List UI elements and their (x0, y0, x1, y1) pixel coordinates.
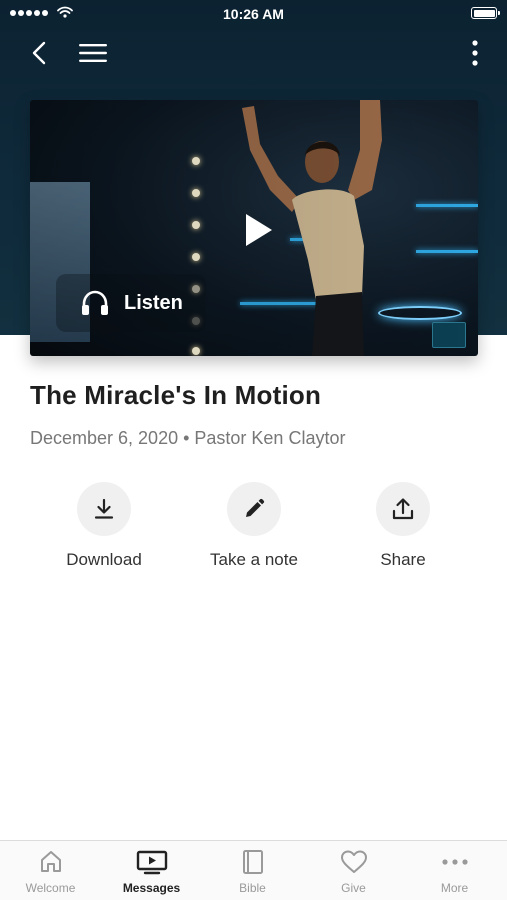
share-icon (392, 498, 414, 520)
tab-bible-label: Bible (239, 881, 266, 895)
message-meta: December 6, 2020 • Pastor Ken Claytor (30, 428, 346, 448)
share-label: Share (380, 550, 426, 569)
tab-welcome[interactable]: Welcome (0, 849, 101, 895)
overflow-menu-button[interactable] (465, 36, 485, 70)
home-icon (40, 851, 61, 872)
menu-button[interactable] (74, 36, 112, 70)
more-dots-icon (441, 859, 468, 865)
download-circle (77, 482, 131, 536)
download-button[interactable]: Download (29, 482, 179, 570)
play-screen-icon (136, 850, 167, 875)
status-bar: 10:26 AM (0, 0, 507, 28)
battery-icon (471, 7, 500, 19)
download-icon (94, 498, 114, 519)
video-thumbnail[interactable]: Listen (30, 100, 478, 356)
tab-more[interactable]: More (404, 849, 505, 895)
tab-give[interactable]: Give (303, 849, 404, 895)
message-title: The Miracle's In Motion (30, 380, 322, 410)
more-vertical-icon (472, 40, 478, 66)
hamburger-icon (79, 44, 107, 62)
tab-messages[interactable]: Messages (101, 849, 202, 895)
book-icon (242, 850, 263, 874)
note-circle (227, 482, 281, 536)
headphones-icon (82, 290, 108, 315)
share-button[interactable]: Share (328, 482, 478, 570)
listen-button[interactable]: Listen (56, 274, 206, 332)
heart-icon (340, 850, 367, 873)
status-time: 10:26 AM (223, 6, 284, 22)
bottom-tab-bar: Welcome Messages Bible Give More (0, 840, 507, 900)
tab-messages-label: Messages (122, 881, 181, 895)
share-circle (376, 482, 430, 536)
tab-give-label: Give (341, 881, 366, 895)
tab-welcome-label: Welcome (25, 881, 76, 895)
take-note-button[interactable]: Take a note (179, 482, 329, 570)
play-icon (246, 214, 272, 246)
play-button[interactable] (234, 208, 278, 252)
back-button[interactable] (22, 36, 56, 70)
download-label: Download (66, 550, 142, 569)
tab-bible[interactable]: Bible (202, 849, 303, 895)
chevron-left-icon (32, 41, 46, 65)
listen-label: Listen (124, 291, 183, 314)
pencil-icon (246, 498, 265, 517)
take-note-label: Take a note (210, 550, 298, 569)
tab-more-label: More (440, 881, 469, 895)
